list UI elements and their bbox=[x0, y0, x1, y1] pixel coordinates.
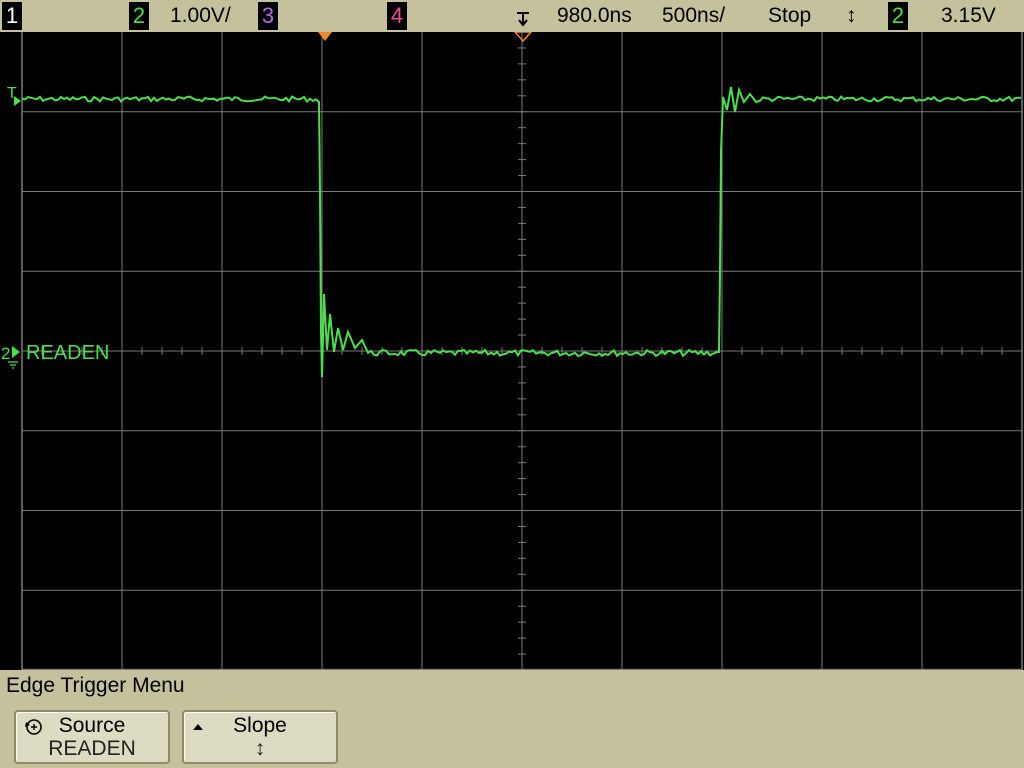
waveform-display[interactable]: T 2 READEN bbox=[0, 32, 1024, 670]
status-bar: 1 2 1.00V/ 3 4 980.0ns 500ns/ Stop ↕ 2 3… bbox=[0, 0, 1024, 32]
channel-3-indicator[interactable]: 3 bbox=[258, 2, 278, 30]
run-state-readout: Stop bbox=[768, 4, 812, 27]
softkey-menu: Edge Trigger Menu Source READEN Slope ↕ bbox=[0, 670, 1024, 768]
channel-4-indicator[interactable]: 4 bbox=[387, 2, 407, 30]
source-value: READEN bbox=[48, 737, 136, 760]
menu-title: Edge Trigger Menu bbox=[6, 674, 185, 697]
channel-1-indicator[interactable]: 1 bbox=[2, 2, 22, 30]
trigger-position-marker[interactable] bbox=[318, 32, 332, 41]
source-softkey[interactable]: Source READEN bbox=[14, 710, 170, 764]
timebase-readout: 500ns/ bbox=[662, 4, 726, 27]
source-label: Source bbox=[58, 714, 126, 737]
trigger-delay-readout: 980.0ns bbox=[557, 4, 632, 27]
ground-arrow-icon bbox=[12, 346, 20, 358]
graticule: T 2 READEN bbox=[1, 32, 1023, 670]
trigger-level-arrow-icon bbox=[14, 96, 21, 106]
channel-2-scale: 1.00V/ bbox=[170, 4, 231, 27]
trigger-slope-icon: ↕ bbox=[846, 4, 857, 27]
trigger-level-readout: 3.15V bbox=[941, 4, 996, 27]
slope-value: ↕ bbox=[254, 737, 266, 760]
channel-2-ground-marker[interactable]: 2 bbox=[1, 344, 10, 363]
channel-label: READEN bbox=[26, 342, 109, 364]
trigger-delay-icon bbox=[517, 12, 529, 27]
channel-2-indicator[interactable]: 2 bbox=[129, 2, 149, 30]
delay-reference-marker bbox=[513, 32, 533, 43]
trigger-source-indicator: 2 bbox=[888, 2, 908, 30]
slope-label: Slope bbox=[233, 714, 287, 737]
slope-softkey[interactable]: Slope ↕ bbox=[182, 710, 338, 764]
